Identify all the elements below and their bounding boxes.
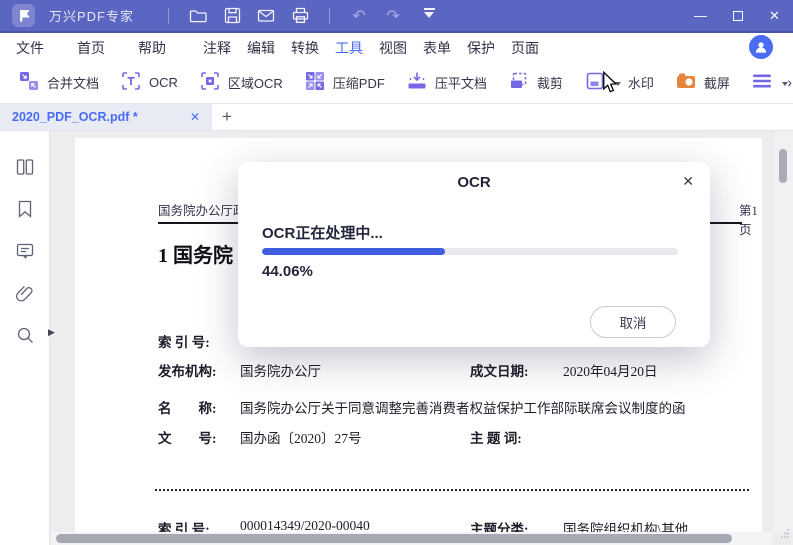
field-label: 文 号:: [158, 431, 217, 446]
toolbar-collapse-icon[interactable]: [416, 8, 442, 23]
toolbar-button-label: 压缩PDF: [332, 76, 385, 91]
crop-icon: [508, 70, 530, 95]
field-value: 国办函〔2020〕27号: [240, 431, 362, 446]
toolbar-button-label: 水印: [627, 76, 654, 91]
page-header-left: 国务院办公厅政: [158, 204, 246, 218]
field-label: 发布机构:: [158, 364, 217, 379]
menu-protect[interactable]: 保护: [467, 38, 495, 58]
resize-grip-icon[interactable]: [780, 525, 790, 543]
progress-percent: 44.06%: [262, 263, 313, 280]
field-value: 国务院办公厅关于同意调整完善消费者权益保护工作部际联席会议制度的函: [240, 401, 686, 416]
divider: [329, 7, 331, 24]
menu-edit[interactable]: 编辑: [247, 38, 275, 58]
area-ocr-button[interactable]: 区域OCR: [199, 70, 283, 95]
redo-icon[interactable]: ↷: [376, 3, 410, 29]
page-number: 第1页: [739, 204, 758, 237]
email-icon[interactable]: [249, 3, 283, 29]
minimize-button[interactable]: —: [682, 0, 719, 31]
progress-bar-fill: [262, 248, 446, 255]
toolbar-button-label: 压平文档: [434, 76, 487, 91]
maximize-button[interactable]: [719, 0, 756, 31]
tab-bar: 2020_PDF_OCR.pdf * ✕ +: [0, 104, 793, 131]
toolbar-button-label: 截屏: [703, 76, 730, 91]
field-value: 国务院办公厅: [240, 364, 321, 379]
menu-page[interactable]: 页面: [511, 38, 539, 58]
app-logo-icon: [12, 4, 35, 27]
tab-close-icon[interactable]: ✕: [190, 110, 200, 124]
merge-documents-button[interactable]: 合并文档: [18, 70, 99, 95]
undo-icon[interactable]: ↶: [342, 3, 376, 29]
attachments-icon[interactable]: [14, 282, 36, 304]
progress-bar: [262, 248, 678, 255]
divider: [168, 7, 170, 24]
toolbar-button-label: OCR: [149, 75, 178, 90]
vertical-scrollbar-thumb[interactable]: [779, 149, 787, 183]
ocr-button[interactable]: OCR: [120, 70, 178, 95]
ocr-dialog: OCR ✕ OCR正在处理中... 44.06% 取消: [238, 162, 710, 347]
menu-tools[interactable]: 工具: [335, 38, 363, 65]
tab-title: 2020_PDF_OCR.pdf *: [12, 110, 138, 124]
toolbar-button-label: 合并文档: [47, 76, 100, 91]
field-label: 成文日期:: [470, 364, 529, 379]
open-folder-icon[interactable]: [181, 3, 215, 29]
menu-file[interactable]: 文件: [16, 38, 44, 58]
flatten-document-icon: [406, 70, 428, 95]
menu-bar: 文件 首页 帮助 注释 编辑 转换 工具 视图 表单 保护 页面: [0, 33, 793, 65]
bookmark-icon[interactable]: [14, 198, 36, 220]
field-label: 索 引 号:: [158, 335, 210, 350]
print-icon[interactable]: [283, 3, 317, 29]
compress-pdf-icon: [304, 70, 326, 95]
save-icon[interactable]: [215, 3, 249, 29]
horizontal-scrollbar-thumb[interactable]: [56, 534, 732, 543]
toolbar-button-label: 区域OCR: [227, 76, 283, 91]
ocr-status-text: OCR正在处理中...: [262, 225, 383, 242]
crop-button[interactable]: 裁剪: [508, 70, 563, 95]
screenshot-icon: [675, 70, 697, 95]
maximize-icon: [732, 10, 743, 21]
window-controls: — ✕: [682, 0, 793, 31]
vertical-scrollbar[interactable]: [772, 131, 793, 532]
field-label: 主 题 词:: [470, 431, 522, 446]
title-bar: 万兴PDF专家 ↶ ↷ — ✕: [0, 0, 793, 33]
left-panel-bar: [0, 131, 50, 545]
compress-pdf-button[interactable]: 压缩PDF: [304, 70, 385, 95]
menu-convert[interactable]: 转换: [291, 38, 319, 58]
dialog-title: OCR: [457, 174, 491, 191]
dialog-close-icon[interactable]: ✕: [682, 173, 694, 190]
ocr-icon: [120, 70, 142, 95]
menu-view[interactable]: 视图: [379, 38, 407, 58]
menu-home[interactable]: 首页: [77, 38, 105, 58]
comments-icon[interactable]: [14, 240, 36, 262]
toolbar-button-label: 裁剪: [536, 76, 563, 91]
flatten-document-button[interactable]: 压平文档: [406, 70, 487, 95]
thumbnails-icon[interactable]: [14, 156, 36, 178]
field-label: 名 称:: [158, 401, 217, 416]
toolbar-menu-button[interactable]: [751, 70, 788, 95]
toolbar-overflow-chevron-icon[interactable]: ›: [787, 74, 792, 90]
watermark-button[interactable]: 水印: [584, 70, 654, 95]
dotted-divider: [155, 489, 749, 491]
cancel-button[interactable]: 取消: [590, 306, 676, 338]
hamburger-menu-icon: [751, 70, 773, 95]
search-icon[interactable]: [14, 324, 36, 346]
document-heading: 1 国务院: [158, 245, 233, 267]
close-button[interactable]: ✕: [756, 0, 793, 31]
app-title: 万兴PDF专家: [49, 9, 135, 24]
tool-bar: 合并文档 OCR 区域OCR 压缩PDF 压平文档 裁剪 水印 截屏 更多 ›: [0, 62, 793, 104]
field-value: 2020年04月20日: [563, 364, 658, 379]
user-avatar-icon[interactable]: [749, 35, 773, 59]
new-tab-button[interactable]: +: [212, 104, 242, 130]
screenshot-button[interactable]: 截屏: [675, 70, 730, 95]
area-ocr-icon: [199, 70, 221, 95]
panel-expand-handle[interactable]: ▶: [48, 327, 55, 338]
document-tab[interactable]: 2020_PDF_OCR.pdf * ✕: [0, 104, 212, 130]
mouse-cursor-icon: [601, 70, 618, 99]
menu-form[interactable]: 表单: [423, 38, 451, 58]
horizontal-scrollbar[interactable]: [51, 532, 772, 545]
merge-documents-icon: [18, 70, 40, 95]
menu-help[interactable]: 帮助: [138, 38, 166, 58]
menu-comment[interactable]: 注释: [203, 38, 231, 58]
